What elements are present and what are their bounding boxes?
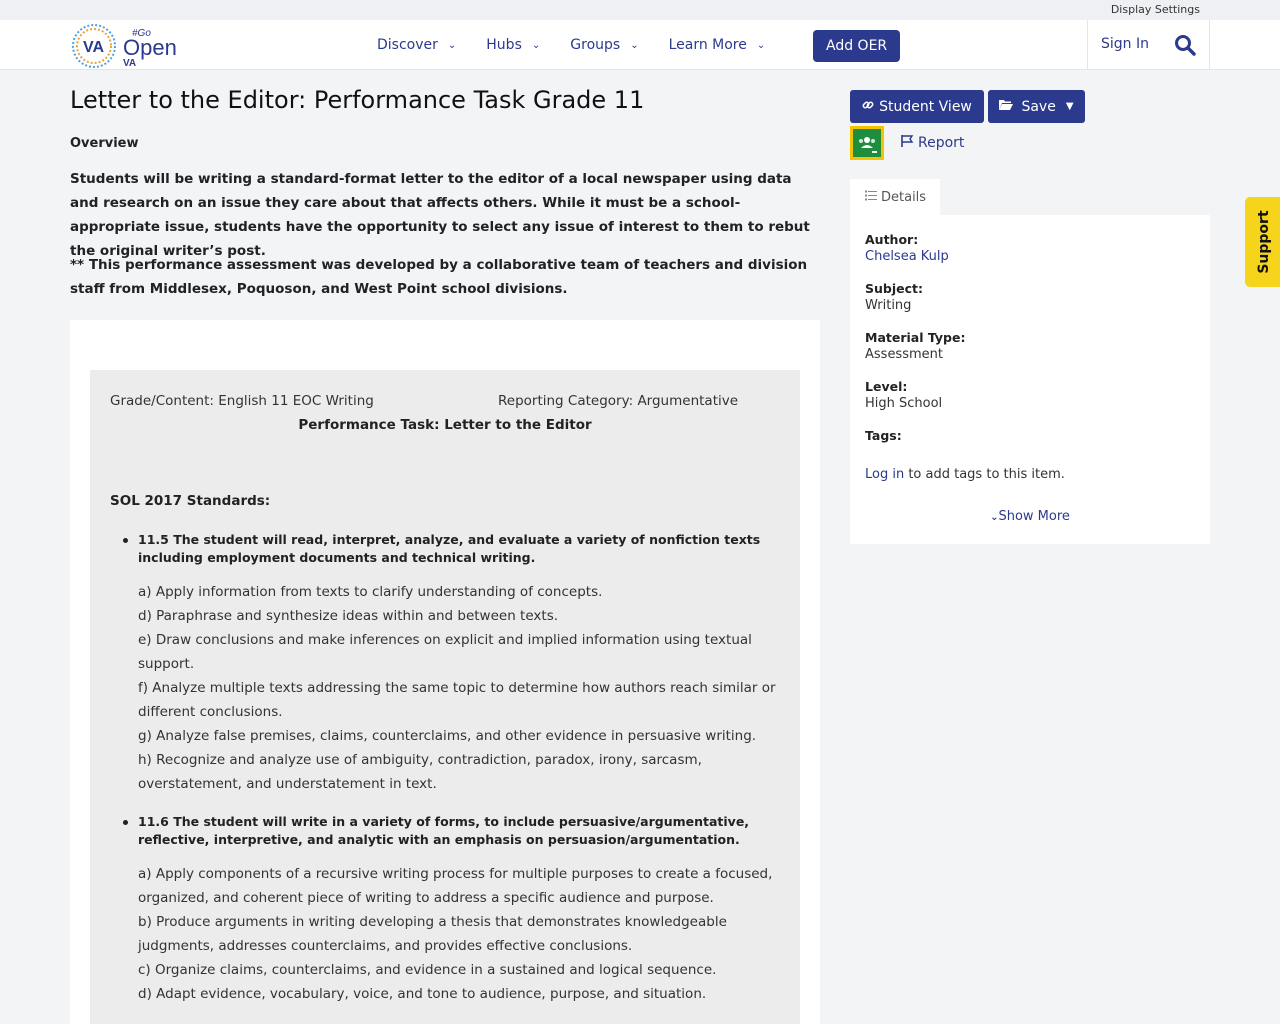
chevron-down-icon: ⌄ bbox=[531, 39, 541, 51]
standard-list: a) Apply information from texts to clari… bbox=[138, 580, 788, 796]
logo-open-text: Open bbox=[123, 35, 177, 60]
nav-item-label: Discover bbox=[377, 37, 438, 53]
support-tab[interactable]: Support bbox=[1245, 197, 1280, 287]
standard-heading: 11.5 The student will read, interpret, a… bbox=[123, 531, 783, 567]
material-type-value: Assessment bbox=[865, 347, 943, 362]
level-label: Level: bbox=[865, 379, 908, 394]
google-classroom-icon[interactable] bbox=[850, 126, 884, 160]
resource-content-inner: Grade/Content: English 11 EOC Writing Re… bbox=[90, 370, 800, 1024]
list-item: g) Analyze false premises, claims, count… bbox=[138, 728, 757, 744]
details-panel: Author: Chelsea Kulp Subject: Writing Ma… bbox=[850, 215, 1210, 544]
list-icon bbox=[865, 190, 877, 205]
site-header: VA #Go Open VA Discover ⌄ Hubs ⌄ Groups … bbox=[0, 20, 1280, 70]
login-tags-rest: to add tags to this item. bbox=[904, 467, 1065, 482]
caret-down-icon: ▼ bbox=[1065, 101, 1074, 112]
standard-heading: 11.6 The student will write in a variety… bbox=[123, 813, 783, 849]
sol-label: SOL 2017 Standards: bbox=[110, 493, 271, 509]
support-label: Support bbox=[1256, 210, 1272, 274]
utility-bar: Display Settings bbox=[0, 0, 1280, 20]
add-oer-button[interactable]: Add OER bbox=[813, 30, 901, 62]
flag-icon bbox=[900, 134, 914, 152]
nav-item-learn-more[interactable]: Learn More ⌄ bbox=[669, 37, 766, 53]
report-link[interactable]: Report bbox=[900, 134, 964, 152]
list-item: e) Draw conclusions and make inferences … bbox=[138, 632, 752, 672]
header-right: Sign In bbox=[1087, 20, 1210, 70]
material-type-label: Material Type: bbox=[865, 330, 966, 345]
overview-note: ** This performance assessment was devel… bbox=[70, 257, 808, 297]
sign-in-link[interactable]: Sign In bbox=[1101, 36, 1149, 52]
subject-value: Writing bbox=[865, 298, 912, 313]
chevron-down-icon: ⌄ bbox=[756, 39, 766, 51]
nav-item-label: Learn More bbox=[668, 37, 747, 53]
nav-item-discover[interactable]: Discover ⌄ bbox=[377, 37, 456, 53]
chevron-down-icon: ⌄ bbox=[630, 39, 639, 51]
display-settings-link[interactable]: Display Settings bbox=[1111, 3, 1200, 16]
nav-item-label: Hubs bbox=[486, 37, 522, 53]
tab-details[interactable]: Details bbox=[850, 179, 940, 216]
author-link[interactable]: Chelsea Kulp bbox=[865, 249, 949, 264]
task-title: Performance Task: Letter to the Editor bbox=[298, 417, 592, 433]
list-item: a) Apply components of a recursive writi… bbox=[138, 866, 773, 906]
show-more-label: Show More bbox=[998, 509, 1070, 524]
reporting-category: Reporting Category: Argumentative bbox=[498, 393, 739, 409]
list-item: a) Apply information from texts to clari… bbox=[138, 584, 603, 600]
standard-list: a) Apply components of a recursive writi… bbox=[138, 862, 788, 1006]
tags-label: Tags: bbox=[865, 428, 902, 443]
nav-item-hubs[interactable]: Hubs ⌄ bbox=[486, 37, 540, 53]
page-title: Letter to the Editor: Performance Task G… bbox=[70, 86, 645, 114]
resource-content: Grade/Content: English 11 EOC Writing Re… bbox=[70, 320, 820, 1024]
list-item: d) Adapt evidence, vocabulary, voice, an… bbox=[138, 986, 707, 1002]
main-nav: Discover ⌄ Hubs ⌄ Groups ⌄ Learn More ⌄ bbox=[377, 20, 795, 70]
logo-va-text: VA bbox=[83, 39, 104, 56]
student-view-button[interactable]: Student View bbox=[850, 90, 984, 123]
login-tags-text: Log in to add tags to this item. bbox=[865, 467, 1065, 482]
chevron-down-icon: ⌄ bbox=[447, 39, 457, 51]
folder-open-icon bbox=[999, 99, 1014, 115]
search-icon[interactable] bbox=[1174, 34, 1196, 60]
tab-details-label: Details bbox=[881, 190, 927, 205]
student-view-label: Student View bbox=[879, 98, 972, 115]
list-item: b) Produce arguments in writing developi… bbox=[138, 914, 727, 954]
list-item: f) Analyze multiple texts addressing the… bbox=[138, 680, 776, 720]
list-item: d) Paraphrase and synthesize ideas withi… bbox=[138, 608, 559, 624]
list-item: c) Organize claims, counterclaims, and e… bbox=[138, 962, 717, 978]
grade-content: Grade/Content: English 11 EOC Writing bbox=[110, 393, 374, 409]
save-label: Save bbox=[1021, 98, 1056, 115]
list-item: h) Recognize and analyze use of ambiguit… bbox=[138, 752, 702, 792]
save-button[interactable]: Save ▼ bbox=[988, 90, 1085, 123]
overview-label: Overview bbox=[70, 136, 139, 151]
show-more-button[interactable]: ⌄Show More bbox=[850, 509, 1210, 524]
subject-label: Subject: bbox=[865, 281, 923, 296]
nav-item-groups[interactable]: Groups ⌄ bbox=[570, 37, 638, 53]
login-link[interactable]: Log in bbox=[865, 467, 904, 482]
level-value: High School bbox=[865, 396, 943, 411]
nav-item-label: Groups bbox=[570, 37, 621, 53]
govaopen-logo[interactable]: VA #Go Open VA bbox=[70, 22, 180, 69]
report-label: Report bbox=[918, 135, 965, 151]
logo-va-small-text: VA bbox=[123, 58, 136, 68]
overview-text: Students will be writing a standard-form… bbox=[70, 171, 810, 259]
link-icon bbox=[862, 99, 874, 115]
author-label: Author: bbox=[865, 232, 919, 247]
